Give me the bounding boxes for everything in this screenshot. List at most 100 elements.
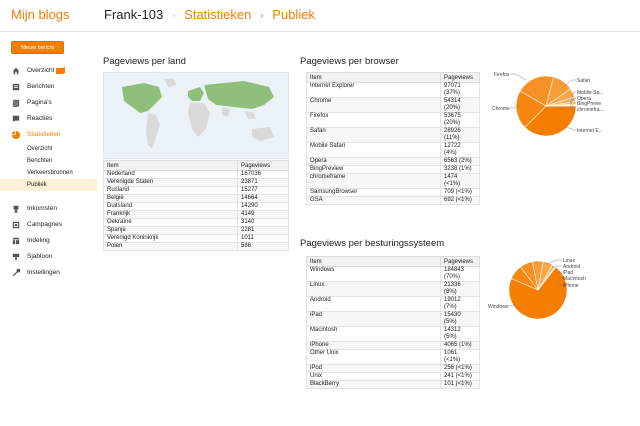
os-name: Android [306, 296, 441, 312]
sidebar-item-comments[interactable]: Reacties [0, 111, 97, 127]
pie-label: Firefox [494, 72, 510, 78]
sidebar-item-campaigns[interactable]: Campagnes [0, 217, 97, 233]
os-name: iPod [306, 364, 441, 373]
table-row: GSA 692 (<1%) [306, 196, 480, 205]
country-panel-title: Pageviews per land [103, 56, 186, 67]
os-name: Other Unix [306, 349, 441, 365]
pageviews-value: 4065 (1%) [440, 341, 480, 350]
posts-icon [12, 83, 20, 91]
os-name: Unix [306, 372, 441, 381]
column-header-item: Item [103, 160, 238, 171]
pageviews-value: 167036 [237, 170, 289, 179]
table-row: iPad 15430 (5%) [306, 311, 480, 327]
template-icon [12, 253, 20, 261]
comments-icon [12, 115, 20, 123]
table-row: Other Unix 1061 (<1%) [306, 349, 480, 365]
os-panel-title: Pageviews per besturingssysteem [300, 238, 445, 249]
os-table: Item Pageviews Windows 184843 (70%) Linux 2… [306, 256, 480, 389]
pageviews-value: 14664 [237, 194, 289, 203]
browser-table: Item Pageviews Internet Explorer 97071 (37… [306, 72, 480, 205]
table-row: Oekraïne 3140 [103, 218, 289, 227]
sidebar-item-label: Indeling [27, 237, 50, 244]
pageviews-value: 14312 (5%) [440, 326, 480, 342]
new-post-button[interactable]: Nieuw bericht [11, 41, 64, 54]
sidebar-item-pages[interactable]: Pagina's [0, 95, 97, 111]
pageviews-value: 692 (<1%) [440, 196, 480, 205]
table-row: Frankrijk 4149 [103, 210, 289, 219]
column-header-pageviews: Pageviews [440, 72, 480, 83]
table-row: Firefox 53675 (20%) [306, 112, 480, 128]
table-row: Spanje 2281 [103, 226, 289, 235]
country-name: Frankrijk [103, 210, 238, 219]
breadcrumb-separator: · [171, 10, 176, 22]
os-name: Macintosh [306, 326, 441, 342]
table-row: Chrome 54314 (20%) [306, 97, 480, 113]
pageviews-value: 1061 (<1%) [440, 349, 480, 365]
sidebar-item-statistics[interactable]: Statistieken [0, 127, 97, 143]
country-name: Oekraïne [103, 218, 238, 227]
table-row: Android 19012 (7%) [306, 296, 480, 312]
table-row: chromeframe 1474 (<1%) [306, 173, 480, 189]
sidebar-item-template[interactable]: Sjabloon [0, 249, 97, 265]
country-table: Item Pageviews Nederland 167036 Verenigde… [103, 160, 289, 251]
sidebar-item-label: Sjabloon [27, 253, 53, 260]
country-name: Nederland [103, 170, 238, 179]
pageviews-value: 97071 (37%) [440, 82, 480, 98]
home-icon [12, 67, 20, 75]
sidebar-item-posts[interactable]: Berichten [0, 79, 97, 95]
sidebar-item-settings[interactable]: Instellingen [0, 265, 97, 281]
world-map [103, 72, 289, 159]
country-name: Spanje [103, 226, 238, 235]
world-map-graphic [122, 79, 274, 149]
sidebar-item-earnings[interactable]: Inkomsten [0, 201, 97, 217]
browser-name: Safari [306, 127, 441, 143]
table-row: Macintosh 14312 (5%) [306, 326, 480, 342]
country-name: Verenigd Koninkrijk [103, 234, 238, 243]
table-row: Verenigd Koninkrijk 1011 [103, 234, 289, 243]
pageviews-value: 256 (<1%) [440, 364, 480, 373]
stats-sub-traffic-sources[interactable]: Verkeersbronnen [0, 167, 97, 179]
sidebar-nav: Overzicht Berichten Pagina's Reacties St… [0, 63, 97, 281]
pageviews-value: 28926 (11%) [440, 127, 480, 143]
table-row: Internet Explorer 97071 (37%) [306, 82, 480, 98]
table-row: BingPreview 3238 (1%) [306, 165, 480, 174]
stats-sub-audience[interactable]: Publiek [0, 179, 97, 191]
pageviews-value: 709 (<1%) [440, 188, 480, 197]
stats-sub-overview[interactable]: Overzicht [0, 143, 97, 155]
stats-sub-posts[interactable]: Berichten [0, 155, 97, 167]
country-name: Rusland [103, 186, 238, 195]
blog-name[interactable]: Frank-103 [104, 7, 163, 22]
pageviews-value: 23871 [237, 178, 289, 187]
pie-label: iPhone [563, 283, 579, 289]
sidebar-item-overview[interactable]: Overzicht [0, 63, 97, 79]
column-header-item: Item [306, 256, 441, 267]
layout-icon [12, 237, 20, 245]
trophy-icon [13, 205, 19, 213]
table-row: BlackBerry 101 (<1%) [306, 380, 480, 389]
sidebar-item-label: Campagnes [27, 221, 63, 228]
sidebar-item-label: Berichten [27, 83, 55, 90]
sidebar-item-label: Instellingen [27, 269, 60, 276]
top-bar: Mijn blogs Frank-103 · Statistieken › Pu… [0, 0, 640, 32]
table-row: Linux 21336 (8%) [306, 281, 480, 297]
table-row: Unix 241 (<1%) [306, 372, 480, 381]
table-row: Duitsland 14290 [103, 202, 289, 211]
column-header-pageviews: Pageviews [440, 256, 480, 267]
pages-icon [12, 99, 20, 107]
my-blogs-link[interactable]: Mijn blogs [11, 7, 70, 22]
table-row: Opera 6563 (2%) [306, 157, 480, 166]
pie-label: Internet E... [577, 128, 603, 134]
sidebar-item-label: Pagina's [27, 99, 52, 106]
browser-pie-chart: Firefox Safari Mobile Sa... Opera BingPr… [492, 72, 604, 137]
pageviews-value: 15430 (5%) [440, 311, 480, 327]
browser-name: Chrome [306, 97, 441, 113]
browser-name: chromeframe [306, 173, 441, 189]
table-row: iPhone 4065 (1%) [306, 341, 480, 350]
pageviews-value: 21336 (8%) [440, 281, 480, 297]
breadcrumb-statistics[interactable]: Statistieken [184, 7, 251, 22]
table-row: SamsungBrowser 709 (<1%) [306, 188, 480, 197]
pageviews-value: 53675 (20%) [440, 112, 480, 128]
sidebar-item-layout[interactable]: Indeling [0, 233, 97, 249]
browser-name: Opera [306, 157, 441, 166]
external-link-icon[interactable] [56, 67, 65, 74]
